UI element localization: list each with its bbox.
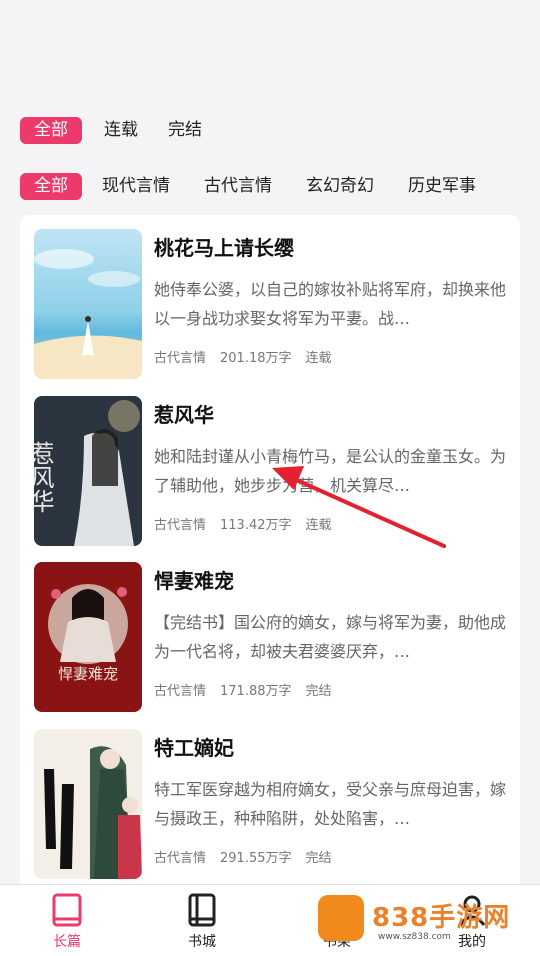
book-title: 特工嫡妃	[154, 736, 234, 760]
status-filter-serial[interactable]: 连载	[104, 117, 138, 144]
book-description: 她和陆封谨从小青梅竹马，是公认的金童玉女。为了辅助他，她步步为营，机关算尽…	[154, 447, 506, 495]
tab-label: 长篇	[53, 934, 81, 950]
book-cover[interactable]: 惹风华	[34, 396, 142, 546]
book-item[interactable]: 桃花马上请长缨 她侍奉公婆，以自己的嫁妆补贴将军府，却换来他以一身战功求娶女将军…	[34, 229, 506, 381]
genre-filter-modern-romance[interactable]: 现代言情	[102, 173, 170, 200]
book-genre: 古代言情	[154, 518, 207, 533]
book-description: 特工军医穿越为相府嫡女，受父亲与庶母迫害，嫁与摄政王，种种陷阱，处处陷害，…	[154, 780, 506, 828]
book-item[interactable]: 惹风华 惹风华 她和陆封谨从小青梅竹马，是公认的金童玉女。为了辅助他，她步步为营…	[34, 396, 506, 548]
tab-long-novel[interactable]: 长篇	[22, 893, 112, 951]
watermark-url: www.sz838.com	[378, 932, 451, 942]
book-title: 桃花马上请长缨	[154, 236, 294, 260]
genre-filter-ancient-romance[interactable]: 古代言情	[204, 173, 272, 200]
book-word-count: 201.18万字	[220, 351, 292, 366]
status-filter: 全部 连载 完结	[20, 117, 232, 144]
book-item[interactable]: 悍妻难宠 悍妻难宠 【完结书】国公府的嫡女，嫁与将军为妻，助他成为一代名将，却被…	[34, 562, 506, 714]
book-status: 完结	[305, 851, 332, 866]
book-word-count: 291.55万字	[220, 851, 292, 866]
book-meta: 古代言情 171.88万字 完结	[154, 680, 506, 699]
book-meta: 古代言情 201.18万字 连载	[154, 347, 506, 366]
genre-filter-history-military[interactable]: 历史军事	[408, 173, 476, 200]
svg-text:惹风华: 惹风华	[34, 441, 54, 513]
status-filter-finished[interactable]: 完结	[168, 117, 202, 144]
book-word-count: 171.88万字	[220, 684, 292, 699]
genre-filter-fantasy[interactable]: 玄幻奇幻	[306, 173, 374, 200]
svg-text:悍妻难宠: 悍妻难宠	[58, 665, 118, 683]
books-icon	[188, 893, 216, 927]
book-cover[interactable]	[34, 229, 142, 379]
book-description: 她侍奉公婆，以自己的嫁妆补贴将军府，却换来他以一身战功求娶女将军为平妻。战…	[154, 280, 506, 328]
book-status: 连载	[305, 518, 332, 533]
book-genre: 古代言情	[154, 851, 207, 866]
watermark-text: 838手游网	[372, 903, 511, 933]
book-cover[interactable]	[34, 729, 142, 879]
book-word-count: 113.42万字	[220, 518, 292, 533]
site-watermark: 838手游网 www.sz838.com	[318, 895, 518, 951]
book-icon	[52, 893, 82, 927]
book-meta: 古代言情 113.42万字 连载	[154, 514, 506, 533]
book-status: 完结	[305, 684, 332, 699]
book-meta: 古代言情 291.55万字 完结	[154, 847, 506, 866]
tab-bookstore[interactable]: 书城	[157, 893, 247, 951]
book-genre: 古代言情	[154, 684, 207, 699]
genre-filter: 全部 现代言情 古代言情 玄幻奇幻 历史军事	[20, 173, 510, 200]
book-title: 悍妻难宠	[154, 569, 234, 593]
book-item[interactable]: 特工嫡妃 特工军医穿越为相府嫡女，受父亲与庶母迫害，嫁与摄政王，种种陷阱，处处陷…	[34, 729, 506, 881]
book-description: 【完结书】国公府的嫡女，嫁与将军为妻，助他成为一代名将，却被夫君婆婆厌弃，…	[154, 613, 506, 661]
book-status: 连载	[305, 351, 332, 366]
book-cover[interactable]: 悍妻难宠	[34, 562, 142, 712]
book-title: 惹风华	[154, 403, 214, 427]
genre-filter-all[interactable]: 全部	[20, 173, 82, 200]
book-genre: 古代言情	[154, 351, 207, 366]
book-list: 桃花马上请长缨 她侍奉公婆，以自己的嫁妆补贴将军府，却换来他以一身战功求娶女将军…	[20, 215, 520, 895]
status-filter-all[interactable]: 全部	[20, 117, 82, 144]
tab-label: 书城	[188, 934, 216, 950]
watermark-logo-icon	[318, 895, 364, 941]
